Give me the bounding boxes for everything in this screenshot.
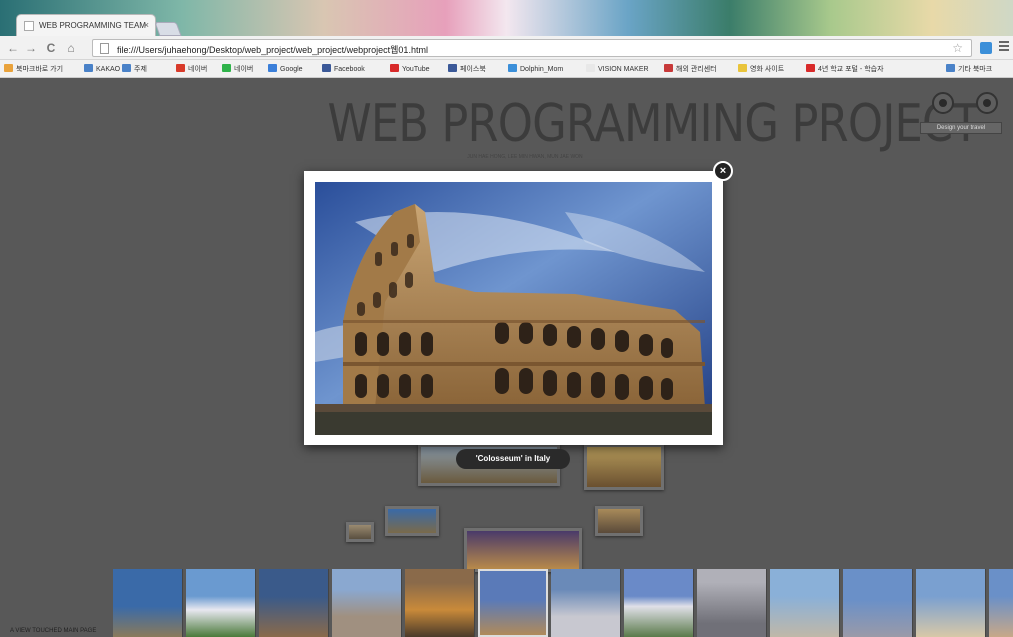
address-bar[interactable]: file:///Users/juhaehong/Desktop/web_proj… xyxy=(92,39,972,57)
bookmark-item[interactable]: 페이스북 xyxy=(448,64,486,74)
filmstrip-thumbnail[interactable] xyxy=(551,569,621,637)
bookmark-label: Dolphin_Mom xyxy=(520,66,564,73)
bookmark-icon xyxy=(448,64,457,72)
background-photo-thumbnail[interactable] xyxy=(595,506,643,536)
filmstrip-thumbnail-active[interactable] xyxy=(478,569,548,637)
bookmark-icon xyxy=(586,64,595,72)
bookmark-item[interactable]: 네이버 xyxy=(176,64,207,74)
close-tab-icon[interactable]: × xyxy=(144,20,149,30)
bookmark-label: 페이스북 xyxy=(460,66,486,73)
filmstrip-thumbnail[interactable] xyxy=(916,569,986,637)
filmstrip-thumbnail[interactable] xyxy=(186,569,256,637)
reload-icon[interactable]: C xyxy=(44,40,58,56)
filmstrip-thumbnail[interactable] xyxy=(405,569,475,637)
extension-icon[interactable] xyxy=(980,42,992,54)
bookmark-icon xyxy=(84,64,93,72)
filmstrip-thumbnail[interactable] xyxy=(624,569,694,637)
close-lightbox-button[interactable]: × xyxy=(713,161,733,181)
filmstrip-thumbnail[interactable] xyxy=(770,569,840,637)
bookmarks-bar: 북마크바로 가기 KAKAO 주제 네이버 네이버 Google Facebook YouTu… xyxy=(0,60,1013,78)
page-icon xyxy=(24,21,34,31)
bookmark-icon xyxy=(268,64,277,72)
page-icon xyxy=(100,43,109,54)
filmstrip-thumbnail[interactable] xyxy=(989,569,1013,637)
bookmark-item[interactable]: 해외 관리센터 xyxy=(664,64,717,74)
bookmark-label: 해외 관리센터 xyxy=(676,66,717,73)
status-text: A VIEW TOUCHED MAIN PAGE xyxy=(10,628,97,634)
bookmark-item[interactable]: Facebook xyxy=(322,64,365,73)
bookmark-label: KAKAO xyxy=(96,66,121,73)
browser-tab[interactable]: WEB PROGRAMMING TEAM × xyxy=(16,14,156,36)
design-travel-button[interactable]: Design your travel xyxy=(920,122,1002,134)
bookmark-label: 4년 학교 포털 - 학습자 xyxy=(818,66,884,73)
settings-circle-icon[interactable] xyxy=(932,92,954,114)
bookmark-label: 주제 xyxy=(134,66,147,73)
bookmark-item[interactable]: Dolphin_Mom xyxy=(508,64,563,73)
filmstrip-thumbnail[interactable] xyxy=(332,569,402,637)
background-photo-thumbnail[interactable] xyxy=(385,506,439,536)
bookmark-label: Facebook xyxy=(334,66,365,73)
bookmark-icon xyxy=(122,64,131,72)
bookmark-icon xyxy=(664,64,673,72)
bookmark-icon xyxy=(946,64,955,72)
background-photo-thumbnail[interactable] xyxy=(464,528,582,572)
photo-lightbox xyxy=(304,171,723,445)
page-subtitle: JUN HAE HONG, LEE MIN HWAN, MUN JAE WON xyxy=(467,154,583,160)
bookmark-icon xyxy=(738,64,747,72)
bookmark-icon xyxy=(390,64,399,72)
bookmark-item[interactable]: 4년 학교 포털 - 학습자 xyxy=(806,64,884,74)
bookmark-label: 기타 북마크 xyxy=(958,66,993,73)
bookmark-icon xyxy=(508,64,517,72)
colosseum-photo xyxy=(315,182,712,435)
bookmark-label: YouTube xyxy=(402,66,430,73)
bookmark-icon xyxy=(4,64,13,72)
background-photo-thumbnail[interactable] xyxy=(346,522,374,542)
settings-circle-icon-2[interactable] xyxy=(976,92,998,114)
bookmark-icon xyxy=(176,64,185,72)
photo-caption: 'Colosseum' in Italy xyxy=(456,449,570,469)
bookmark-icon xyxy=(806,64,815,72)
browser-toolbar: ← → C ⌂ file:///Users/juhaehong/Desktop/… xyxy=(0,36,1013,60)
filmstrip-thumbnail[interactable] xyxy=(259,569,329,637)
bookmark-label: VISION MAKER xyxy=(598,66,649,73)
page-title: WEB PROGRAMMING PROJECT xyxy=(327,94,980,154)
bookmark-item[interactable]: Google xyxy=(268,64,303,73)
bookmark-icon xyxy=(222,64,231,72)
forward-icon[interactable]: → xyxy=(24,40,38,56)
bookmark-item[interactable]: 주제 xyxy=(122,64,147,74)
bookmark-label: 영화 사이트 xyxy=(750,66,785,73)
bookmark-item[interactable]: 북마크바로 가기 xyxy=(4,64,63,74)
filmstrip-thumbnail[interactable] xyxy=(843,569,913,637)
tab-title: WEB PROGRAMMING TEAM xyxy=(39,21,146,30)
bookmark-item[interactable]: VISION MAKER xyxy=(586,64,649,73)
filmstrip-thumbnail[interactable] xyxy=(697,569,767,637)
home-icon[interactable]: ⌂ xyxy=(64,40,78,56)
browser-tabstrip: WEB PROGRAMMING TEAM × xyxy=(0,0,1013,38)
back-icon[interactable]: ← xyxy=(6,40,20,56)
bookmark-label: 네이버 xyxy=(234,66,254,73)
bookmark-item[interactable]: 영화 사이트 xyxy=(738,64,784,74)
star-icon[interactable]: ☆ xyxy=(952,41,963,55)
bookmark-label: 북마크바로 가기 xyxy=(16,66,64,73)
bookmark-label: 네이버 xyxy=(188,66,208,73)
bookmark-icon xyxy=(322,64,331,72)
bookmark-item[interactable]: KAKAO xyxy=(84,64,120,73)
background-photo-thumbnail[interactable] xyxy=(584,444,664,490)
new-tab-button[interactable] xyxy=(154,22,182,36)
bookmark-label: Google xyxy=(280,66,303,73)
filmstrip-thumbnail[interactable] xyxy=(113,569,183,637)
bookmark-item[interactable]: 기타 북마크 xyxy=(946,64,992,74)
bookmark-item[interactable]: 네이버 xyxy=(222,64,253,74)
menu-icon[interactable] xyxy=(999,41,1009,53)
photo-filmstrip xyxy=(113,569,1013,637)
url-text: file:///Users/juhaehong/Desktop/web_proj… xyxy=(117,45,428,55)
bookmark-item[interactable]: YouTube xyxy=(390,64,430,73)
